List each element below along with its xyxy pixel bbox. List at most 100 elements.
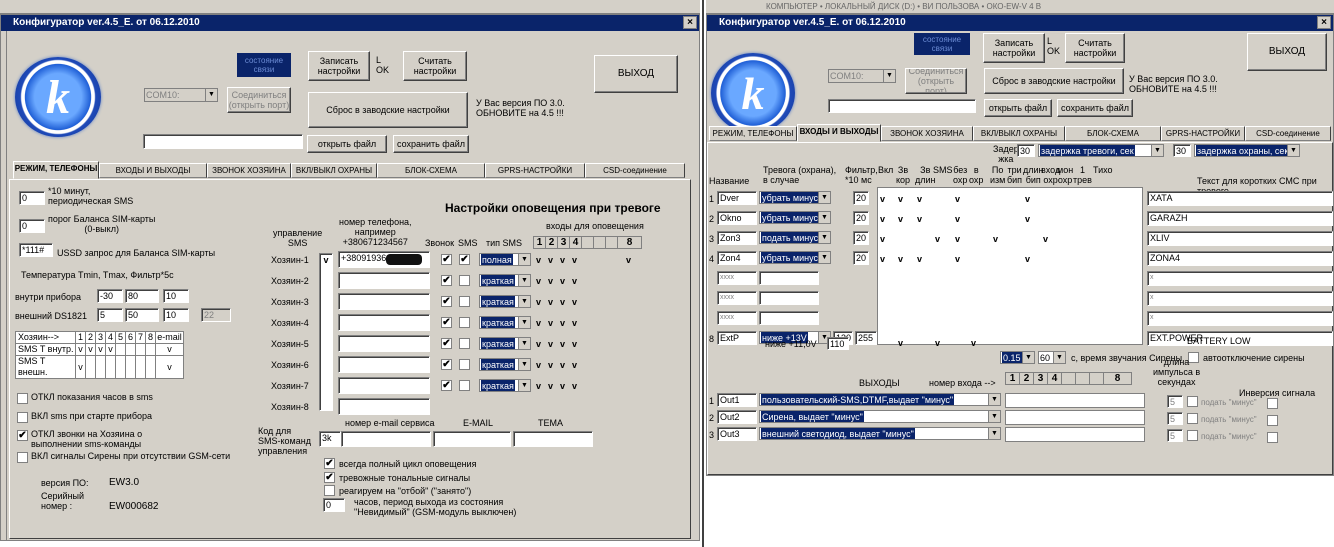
email-field[interactable] (433, 431, 511, 447)
tab-2[interactable]: ЗВОНОК ХОЗЯИНА (207, 163, 291, 178)
sms-cell[interactable] (135, 355, 146, 379)
owner-input-mark-6-2[interactable]: v (560, 381, 565, 391)
owner-sms-checkbox-6[interactable] (459, 380, 470, 391)
sms-cell[interactable] (115, 343, 126, 356)
sms-cell[interactable]: 3 (95, 331, 106, 344)
owner-input-mark-6-1[interactable]: v (548, 381, 553, 391)
owner-call-checkbox-2[interactable]: ✔ (441, 296, 452, 307)
tab-1[interactable]: ВХОДЫ И ВЫХОДЫ (99, 163, 207, 178)
inside-tmin-field[interactable]: -30 (97, 289, 123, 303)
owner-input-mark-5-1[interactable]: v (548, 360, 553, 370)
factory-reset-button[interactable]: Сброс в заводские настройки (984, 68, 1124, 94)
input-flag-mark-1-8[interactable]: v (1025, 214, 1030, 224)
input-flag-mark-3-8[interactable]: v (1025, 254, 1030, 264)
alert-flag-checkbox-2[interactable] (324, 485, 335, 496)
factory-reset-button[interactable]: Сброс в заводские настройки (308, 92, 468, 128)
owner-input-mark-0-3[interactable]: v (572, 255, 577, 265)
owner-input-mark-2-3[interactable]: v (572, 297, 577, 307)
sms-cell[interactable]: 6 (125, 331, 136, 344)
input-flag-mark-2-0[interactable]: v (880, 234, 885, 244)
input-sms-text-field-3[interactable]: ZONA4 (1147, 251, 1333, 266)
tab-6[interactable]: CSD-соединение (1245, 126, 1331, 141)
owner-sms-type-select-3[interactable]: краткая ▼ (479, 316, 531, 329)
subject-field[interactable] (513, 431, 593, 447)
input-alarm-empty-5[interactable] (759, 291, 819, 305)
input-flag-mark-2-9[interactable]: v (1043, 234, 1048, 244)
owner-phone-field-6[interactable] (338, 377, 430, 394)
input-flag-mark-3-1[interactable]: v (898, 254, 903, 264)
owner-call-checkbox-1[interactable]: ✔ (441, 275, 452, 286)
input-name-field-1[interactable]: Okno (717, 211, 757, 225)
owner-input-mark-1-2[interactable]: v (560, 276, 565, 286)
owner-input-mark-5-2[interactable]: v (560, 360, 565, 370)
output-minus-checkbox-2[interactable] (1187, 430, 1198, 441)
input-alarm-select-3[interactable]: убрать минус ▼ (759, 251, 831, 264)
sms-cell[interactable] (135, 343, 146, 356)
owner-sms-checkbox-3[interactable] (459, 317, 470, 328)
input-alarm-select-0[interactable]: убрать минус ▼ (759, 191, 831, 204)
alarm-delay-select[interactable]: задержка тревоги, сек ▼ (1038, 144, 1164, 157)
tab-5[interactable]: GPRS-НАСТРОЙКИ (485, 163, 585, 178)
owner-sms-checkbox-5[interactable] (459, 359, 470, 370)
lower-voltage-field[interactable]: 110 (827, 337, 849, 350)
input-filter2-field-7[interactable]: 255 (855, 331, 877, 345)
mgmt-sms-column[interactable]: v (319, 253, 333, 411)
external-tmax-field[interactable]: 50 (125, 308, 159, 322)
tab-4[interactable]: БЛОК-СХЕМА (1065, 126, 1161, 141)
output-name-field-2[interactable]: Out3 (717, 427, 757, 441)
input-sms-text-field-4[interactable]: x (1147, 271, 1333, 286)
sms-cell[interactable]: v (75, 343, 86, 356)
input-flag-mark-0-4[interactable]: v (955, 194, 960, 204)
owner-input-mark-2-0[interactable]: v (536, 297, 541, 307)
option-checkbox-2[interactable]: ✔ (17, 430, 28, 441)
input-alarm-empty-4[interactable] (759, 271, 819, 285)
owner-input-mark-0-7[interactable]: v (626, 255, 631, 265)
output-pulse-field-1[interactable]: 5 (1167, 412, 1183, 425)
sms-cell[interactable]: v (105, 343, 116, 356)
input-flag-mark-0-0[interactable]: v (880, 194, 885, 204)
sms-cell[interactable] (125, 355, 136, 379)
owner-sms-type-select-1[interactable]: краткая ▼ (479, 274, 531, 287)
owner-input-mark-4-1[interactable]: v (548, 339, 553, 349)
exit-button[interactable]: ВЫХОД (1247, 33, 1327, 71)
input-flag-mark-0-8[interactable]: v (1025, 194, 1030, 204)
file-path-field[interactable] (143, 134, 303, 149)
owner-call-checkbox-3[interactable]: ✔ (441, 317, 452, 328)
sms-cell[interactable] (145, 355, 156, 379)
sms-cell[interactable]: v (95, 343, 106, 356)
sms-cell[interactable]: 7 (135, 331, 146, 344)
input-alarm-select-2[interactable]: подать минус ▼ (759, 231, 831, 244)
sms-cell[interactable]: v (155, 343, 184, 356)
tab-6[interactable]: CSD-соединение (585, 163, 685, 178)
sms-cell[interactable]: 4 (105, 331, 116, 344)
owner-sms-type-select-4[interactable]: краткая ▼ (479, 337, 531, 350)
sms-cell[interactable]: 2 (85, 331, 96, 344)
tab-2[interactable]: ЗВОНОК ХОЗЯИНА (881, 126, 973, 141)
owner-input-mark-0-2[interactable]: v (560, 255, 565, 265)
output-mode-select-2[interactable]: внешний светодиод, выдает "минус" ▼ (759, 427, 1001, 440)
siren-time2-select[interactable]: 60 ▼ (1038, 351, 1066, 364)
owner-sms-type-select-6[interactable]: краткая ▼ (479, 379, 531, 392)
input-name-field-6[interactable]: xxxx (717, 311, 757, 325)
tab-0[interactable]: РЕЖИМ, ТЕЛЕФОНЫ (13, 161, 99, 179)
input-alarm-select-1[interactable]: убрать минус ▼ (759, 211, 831, 224)
invisible-hours-field[interactable]: 0 (323, 498, 345, 512)
input-flag-mark-0-2[interactable]: v (917, 194, 922, 204)
owner-input-mark-5-0[interactable]: v (536, 360, 541, 370)
input-flag-mark-2-6[interactable]: v (993, 234, 998, 244)
output-inputs-grid-0[interactable] (1005, 393, 1145, 408)
input-sms-text-field-1[interactable]: GARAZH (1147, 211, 1333, 226)
owner-sms-type-select-2[interactable]: краткая ▼ (479, 295, 531, 308)
owner-input-mark-1-0[interactable]: v (536, 276, 541, 286)
ussd-field[interactable]: *111# (19, 243, 53, 257)
input-name-field-4[interactable]: xxxx (717, 271, 757, 285)
output-inversion-checkbox-2[interactable] (1267, 432, 1278, 443)
output-name-field-1[interactable]: Out2 (717, 410, 757, 424)
sms-cell[interactable]: 1 (75, 331, 86, 344)
owner-input-mark-3-1[interactable]: v (548, 318, 553, 328)
input-filter-field-3[interactable]: 20 (853, 251, 869, 265)
input-flag-mark-1-2[interactable]: v (917, 214, 922, 224)
owner-input-mark-1-3[interactable]: v (572, 276, 577, 286)
sms-cell[interactable]: v (85, 343, 96, 356)
input-filter-field-1[interactable]: 20 (853, 211, 869, 225)
